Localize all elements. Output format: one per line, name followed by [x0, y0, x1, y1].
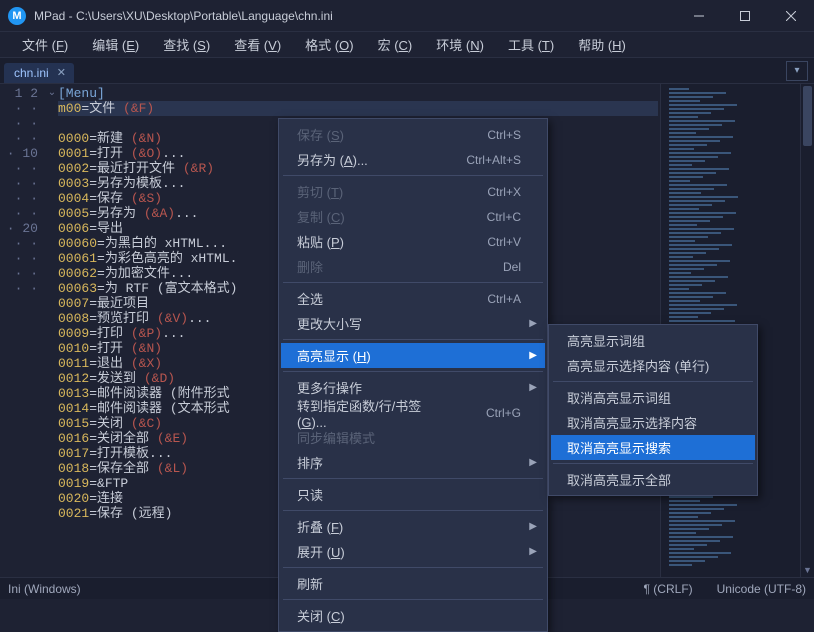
- app-icon: M: [8, 7, 26, 25]
- ctx-item-16[interactable]: 排序▶: [281, 450, 545, 475]
- menu-宏[interactable]: 宏 (C): [366, 32, 425, 57]
- menu-bar: 文件 (F)编辑 (E)查找 (S)查看 (V)格式 (O)宏 (C)环境 (N…: [0, 32, 814, 58]
- sub-item-3[interactable]: 取消高亮显示词组: [551, 385, 755, 410]
- status-encoding[interactable]: Unicode (UTF-8): [717, 582, 806, 596]
- minimize-button[interactable]: [676, 0, 722, 32]
- ctx-sep: [283, 567, 543, 568]
- ctx-item-0: 保存 (S)Ctrl+S: [281, 122, 545, 147]
- menu-查看[interactable]: 查看 (V): [222, 32, 293, 57]
- scroll-down-icon[interactable]: ▼: [801, 563, 814, 577]
- menu-帮助[interactable]: 帮助 (H): [566, 32, 638, 57]
- ctx-item-23[interactable]: 刷新: [281, 571, 545, 596]
- ctx-item-6: 删除Del: [281, 254, 545, 279]
- menu-编辑[interactable]: 编辑 (E): [80, 32, 151, 57]
- ctx-item-4: 复制 (C)Ctrl+C: [281, 204, 545, 229]
- sub-item-4[interactable]: 取消高亮显示选择内容: [551, 410, 755, 435]
- ctx-sep: [283, 339, 543, 340]
- ctx-sep: [283, 510, 543, 511]
- ctx-sep: [283, 175, 543, 176]
- ctx-item-1[interactable]: 另存为 (A)...Ctrl+Alt+S: [281, 147, 545, 172]
- sub-item-7[interactable]: 取消高亮显示全部: [551, 467, 755, 492]
- ctx-item-14[interactable]: 转到指定函数/行/书签 (G)...Ctrl+G: [281, 400, 545, 425]
- vertical-scrollbar[interactable]: ▲ ▼: [800, 84, 814, 577]
- menu-环境[interactable]: 环境 (N): [424, 32, 496, 57]
- ctx-item-21[interactable]: 展开 (U)▶: [281, 539, 545, 564]
- sub-item-5[interactable]: 取消高亮显示搜索: [551, 435, 755, 460]
- menu-格式[interactable]: 格式 (O): [293, 32, 365, 57]
- sub-item-0[interactable]: 高亮显示词组: [551, 328, 755, 353]
- sub-sep: [553, 463, 753, 464]
- menu-查找[interactable]: 查找 (S): [151, 32, 222, 57]
- highlight-submenu[interactable]: 高亮显示词组高亮显示选择内容 (单行) 取消高亮显示词组取消高亮显示选择内容取消高…: [548, 324, 758, 496]
- ctx-item-20[interactable]: 折叠 (F)▶: [281, 514, 545, 539]
- ctx-sep: [283, 282, 543, 283]
- ctx-sep: [283, 371, 543, 372]
- title-bar[interactable]: M MPad - C:\Users\XU\Desktop\Portable\La…: [0, 0, 814, 32]
- close-button[interactable]: [768, 0, 814, 32]
- ctx-item-15: 同步编辑模式: [281, 425, 545, 450]
- tab-chn-ini[interactable]: chn.ini ✕: [4, 63, 74, 83]
- scroll-thumb[interactable]: [803, 86, 812, 146]
- window-title: MPad - C:\Users\XU\Desktop\Portable\Lang…: [34, 9, 676, 23]
- ctx-sep: [283, 599, 543, 600]
- ctx-item-9[interactable]: 更改大小写▶: [281, 311, 545, 336]
- status-lineend[interactable]: ¶ (CRLF): [644, 582, 693, 596]
- tab-close-icon[interactable]: ✕: [57, 66, 66, 79]
- line-gutter[interactable]: 1 2 · · · · · · · 10 · · · · · · · · · 2…: [0, 84, 46, 577]
- ctx-item-25[interactable]: 关闭 (C): [281, 603, 545, 628]
- sub-item-1[interactable]: 高亮显示选择内容 (单行): [551, 353, 755, 378]
- sub-sep: [553, 381, 753, 382]
- maximize-button[interactable]: [722, 0, 768, 32]
- ctx-item-18[interactable]: 只读: [281, 482, 545, 507]
- status-syntax[interactable]: Ini (Windows): [8, 582, 81, 596]
- ctx-item-11[interactable]: 高亮显示 (H)▶: [281, 343, 545, 368]
- tab-strip: chn.ini ✕ ▾: [0, 58, 814, 84]
- ctx-item-5[interactable]: 粘贴 (P)Ctrl+V: [281, 229, 545, 254]
- tab-label: chn.ini: [14, 66, 49, 80]
- menu-文件[interactable]: 文件 (F): [10, 32, 80, 57]
- ctx-sep: [283, 478, 543, 479]
- fold-gutter[interactable]: ⌄: [46, 84, 58, 577]
- ctx-item-3: 剪切 (T)Ctrl+X: [281, 179, 545, 204]
- tab-menu-button[interactable]: ▾: [786, 61, 808, 81]
- menu-工具[interactable]: 工具 (T): [496, 32, 566, 57]
- ctx-item-8[interactable]: 全选Ctrl+A: [281, 286, 545, 311]
- context-menu[interactable]: 保存 (S)Ctrl+S另存为 (A)...Ctrl+Alt+S 剪切 (T)Ct…: [278, 118, 548, 632]
